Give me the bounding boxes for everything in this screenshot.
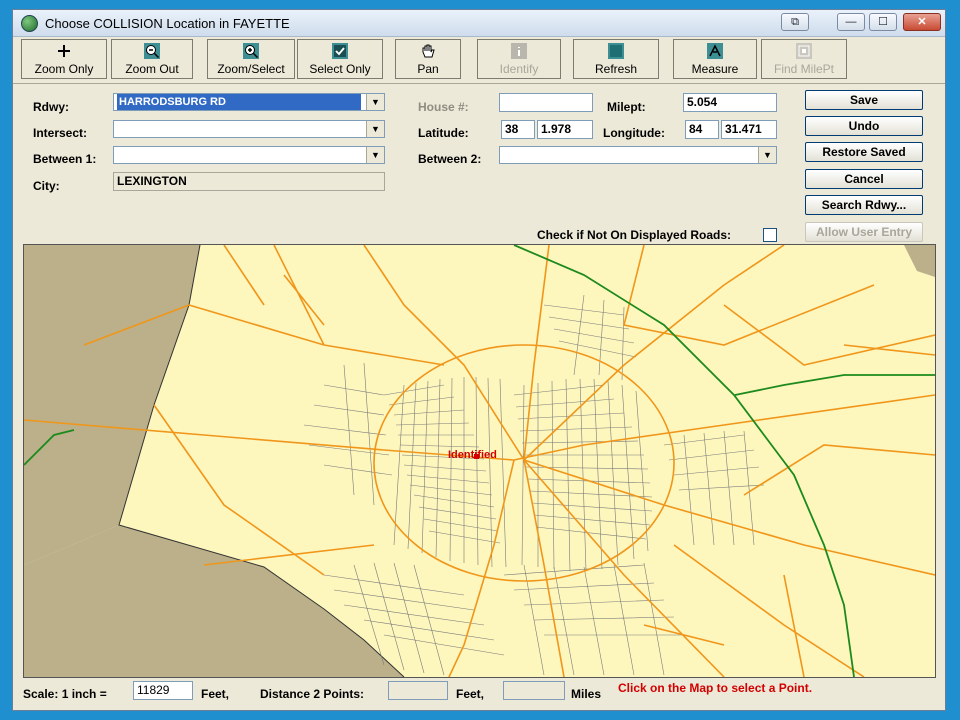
winchester-rd [513, 394, 935, 461]
georgetown-rd [523, 245, 550, 461]
allow-user-entry-button[interactable]: Allow User Entry [805, 222, 923, 242]
leestown-rd [363, 245, 525, 461]
identified-label: Identified [448, 449, 497, 461]
map-instruction-text: Click on the Map to select a Point. [618, 681, 813, 695]
refresh-label: Refresh [594, 62, 638, 76]
not-on-roads-checkbox[interactable] [763, 228, 777, 242]
paris-pike [523, 245, 785, 461]
find-milept-label: Find MilePt [773, 62, 835, 76]
intersect-label: Intersect: [33, 126, 88, 140]
app-globe-icon [21, 15, 38, 32]
maximize-button[interactable]: ☐ [869, 13, 897, 31]
title-bar: Choose COLLISION Location in FAYETTE ⧉ —… [13, 10, 945, 37]
zoom-only-button[interactable]: Zoom Only [21, 39, 107, 79]
zoom-select-button[interactable]: Zoom/Select [207, 39, 295, 79]
info-icon [511, 43, 527, 59]
feet-label: Feet, [201, 687, 230, 701]
rdwy-selected-value: HARRODSBURG RD [117, 94, 361, 110]
location-form: Rdwy: HARRODSBURG RD ▼ Intersect: ▼ Betw… [13, 84, 945, 244]
city-field: LEXINGTON [113, 172, 385, 191]
minimize-button[interactable]: — [837, 13, 865, 31]
rdwy-label: Rdwy: [33, 100, 69, 114]
longitude-degrees-field[interactable]: 84 [685, 120, 719, 139]
milept-label: Milept: [607, 100, 646, 114]
rdwy-dropdown[interactable]: HARRODSBURG RD ▼ [113, 93, 385, 111]
hand-icon [422, 44, 435, 58]
chevron-down-icon[interactable]: ▼ [758, 147, 776, 163]
select-check-icon [332, 43, 348, 59]
between2-dropdown[interactable]: ▼ [499, 146, 777, 164]
between1-dropdown[interactable]: ▼ [113, 146, 385, 164]
latitude-minutes-field[interactable]: 1.978 [537, 120, 593, 139]
restore-window-button[interactable]: ⧉ [781, 13, 809, 31]
road-network-map[interactable]: Identified [24, 245, 935, 677]
zoom-only-label: Zoom Only [34, 62, 94, 76]
window-title: Choose COLLISION Location in FAYETTE [45, 16, 290, 31]
zoom-select-icon [243, 43, 259, 59]
cancel-button[interactable]: Cancel [805, 169, 923, 189]
latitude-degrees-field[interactable]: 38 [501, 120, 535, 139]
outside-county-northeast [904, 245, 935, 277]
restore-saved-button[interactable]: Restore Saved [805, 142, 923, 162]
chevron-down-icon[interactable]: ▼ [366, 94, 384, 110]
latitude-label: Latitude: [418, 126, 469, 140]
select-only-button[interactable]: Select Only [297, 39, 383, 79]
undo-button[interactable]: Undo [805, 116, 923, 136]
intersect-dropdown[interactable]: ▼ [113, 120, 385, 138]
zoom-out-label: Zoom Out [125, 62, 179, 76]
measure-button[interactable]: Measure [673, 39, 757, 79]
find-milepost-icon [796, 43, 812, 59]
city-label: City: [33, 179, 60, 193]
outside-county-west [24, 245, 200, 565]
identify-label: Identify [499, 62, 539, 76]
not-on-roads-label: Check if Not On Displayed Roads: [537, 228, 732, 242]
map-toolbar: Zoom Only Zoom Out Zoom/Select Select On… [13, 37, 945, 84]
longitude-minutes-field[interactable]: 31.471 [721, 120, 777, 139]
scale-label: Scale: 1 inch = [23, 687, 107, 701]
i-75 [513, 245, 855, 677]
distance-miles-field [503, 681, 565, 700]
milept-field[interactable]: 5.054 [683, 93, 777, 112]
longitude-label: Longitude: [603, 126, 665, 140]
scale-field[interactable]: 11829 [133, 681, 193, 700]
zoom-out-button[interactable]: Zoom Out [111, 39, 193, 79]
refresh-icon [608, 43, 624, 59]
distance-feet-field [388, 681, 448, 700]
search-rdwy-button[interactable]: Search Rdwy... [805, 195, 923, 215]
between2-label: Between 2: [418, 152, 482, 166]
close-button[interactable]: ✕ [903, 13, 941, 31]
house-number-label: House #: [418, 100, 469, 114]
find-milept-button[interactable]: Find MilePt [761, 39, 847, 79]
local-streets [303, 294, 765, 676]
between1-label: Between 1: [33, 152, 97, 166]
zoom-select-label: Zoom/Select [217, 62, 285, 76]
measure-icon [707, 43, 723, 59]
house-number-field[interactable] [499, 93, 593, 112]
measure-label: Measure [691, 62, 739, 76]
identify-button[interactable]: Identify [477, 39, 561, 79]
county-map[interactable]: Identified [23, 244, 936, 678]
refresh-button[interactable]: Refresh [573, 39, 659, 79]
plus-icon [58, 45, 70, 57]
chevron-down-icon[interactable]: ▼ [366, 121, 384, 137]
chevron-down-icon[interactable]: ▼ [366, 147, 384, 163]
pan-button[interactable]: Pan [395, 39, 461, 79]
pan-label: Pan [417, 62, 439, 76]
collision-location-window: Choose COLLISION Location in FAYETTE ⧉ —… [12, 9, 946, 711]
distance-feet-label: Feet, [456, 687, 485, 701]
save-button[interactable]: Save [805, 90, 923, 110]
distance-label: Distance 2 Points: [260, 687, 365, 701]
miles-label: Miles [571, 687, 602, 701]
status-bar: Scale: 1 inch = 11829 Feet, Distance 2 P… [13, 678, 945, 710]
select-only-label: Select Only [309, 62, 371, 76]
zoom-out-icon [144, 43, 160, 59]
